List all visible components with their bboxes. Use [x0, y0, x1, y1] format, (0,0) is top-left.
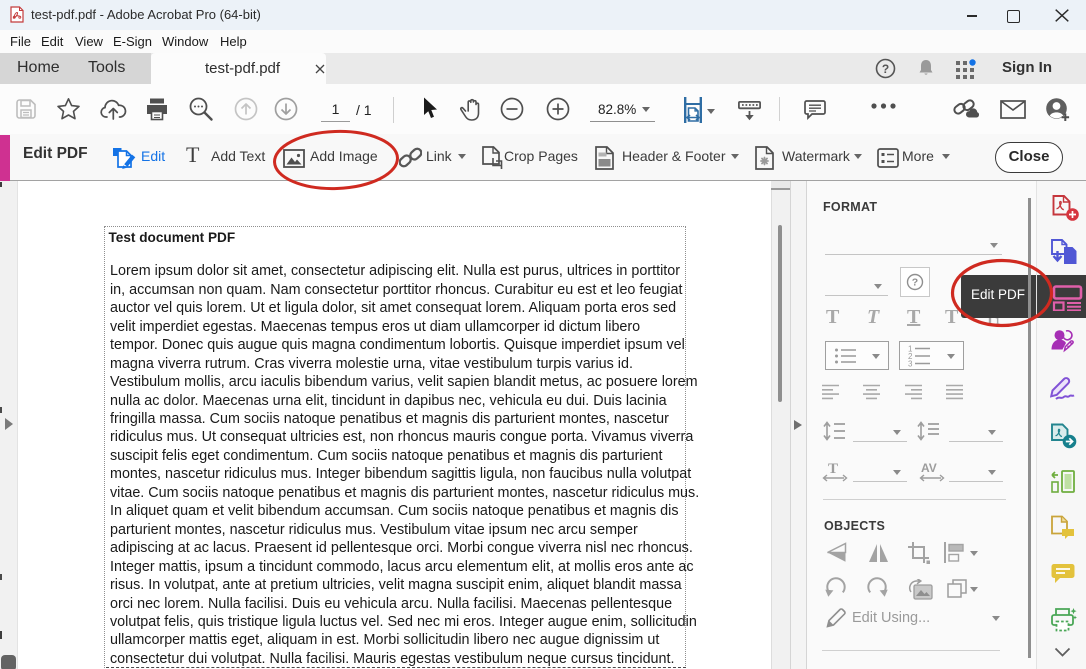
svg-text:?: ?: [912, 277, 918, 289]
svg-text:3: 3: [908, 360, 913, 368]
svg-text:?: ?: [882, 62, 889, 76]
svg-text:T: T: [828, 461, 838, 477]
svg-text:AV: AV: [921, 461, 937, 475]
